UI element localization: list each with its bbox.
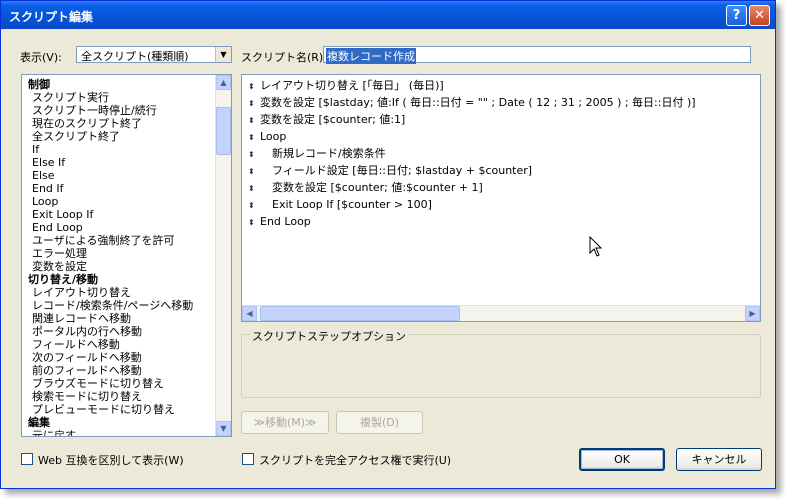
- step-list-item[interactable]: フィールドへ移動: [32, 338, 120, 351]
- script-step-row[interactable]: ⬍ 変数を設定 [$counter; 値:$counter + 1]: [248, 180, 483, 196]
- display-select[interactable]: 全スクリプト(種類順) ▼: [76, 46, 232, 63]
- move-button[interactable]: ≫移動(M)≫: [241, 411, 329, 434]
- step-list-item[interactable]: ブラウズモードに切り替え: [32, 377, 164, 390]
- drag-handle-icon[interactable]: ⬍: [248, 130, 260, 146]
- scroll-up-icon[interactable]: ▲: [216, 75, 231, 90]
- drag-handle-icon[interactable]: ⬍: [248, 164, 260, 180]
- step-list-item[interactable]: 現在のスクリプト終了: [32, 117, 142, 130]
- step-list-item[interactable]: Else: [32, 169, 55, 182]
- drag-handle-icon[interactable]: ⬍: [248, 181, 260, 197]
- script-horizontal-scrollbar[interactable]: ◀ ▶: [242, 305, 760, 321]
- step-list-item[interactable]: If: [32, 143, 39, 156]
- script-step-text: Exit Loop If [$counter > 100]: [272, 198, 432, 211]
- step-category[interactable]: 制御: [28, 78, 50, 91]
- step-list-item[interactable]: 変数を設定: [32, 260, 87, 273]
- step-list-item[interactable]: End If: [32, 182, 64, 195]
- script-step-row[interactable]: ⬍ 変数を設定 [$lastday; 値:If ( 毎日::日付 = "" ; D…: [248, 95, 696, 111]
- display-label: 表示(V):: [20, 51, 62, 64]
- web-compat-label: Web 互換を区別して表示(W): [38, 454, 184, 467]
- full-access-label: スクリプトを完全アクセス権で実行(U): [259, 454, 452, 467]
- display-selected-value: 全スクリプト(種類順): [81, 50, 189, 63]
- step-list-item[interactable]: スクリプト実行: [32, 91, 109, 104]
- window-title: スクリプト編集: [9, 10, 94, 24]
- scroll-left-icon[interactable]: ◀: [242, 306, 257, 321]
- close-icon[interactable]: ✕: [749, 5, 770, 26]
- horizontal-scroll-thumb[interactable]: [260, 306, 460, 321]
- scroll-right-icon[interactable]: ▶: [745, 306, 760, 321]
- web-compat-checkbox[interactable]: [21, 453, 33, 465]
- step-category[interactable]: 編集: [28, 416, 50, 429]
- step-list-item[interactable]: Else If: [32, 156, 65, 169]
- step-list-item[interactable]: 全スクリプト終了: [32, 130, 120, 143]
- script-step-text: 変数を設定 [$counter; 値:$counter + 1]: [272, 181, 483, 194]
- chevron-down-icon[interactable]: ▼: [215, 47, 231, 62]
- step-list-item[interactable]: スクリプト一時停止/続行: [32, 104, 157, 117]
- script-step-row[interactable]: ⬍ Loop: [248, 129, 286, 145]
- script-step-row[interactable]: ⬍ 変数を設定 [$counter; 値:1]: [248, 112, 405, 128]
- help-icon[interactable]: ?: [726, 5, 747, 26]
- drag-handle-icon[interactable]: ⬍: [248, 79, 260, 95]
- script-step-text: End Loop: [260, 215, 311, 228]
- step-list-item[interactable]: レコード/検索条件/ページへ移動: [32, 299, 193, 312]
- step-list-item[interactable]: End Loop: [32, 221, 83, 234]
- script-step-text: 変数を設定 [$counter; 値:1]: [260, 113, 406, 126]
- options-legend: スクリプトステップオプション: [250, 328, 408, 344]
- step-list-item[interactable]: 検索モードに切り替え: [32, 390, 142, 403]
- step-list-item[interactable]: 次のフィールドへ移動: [32, 351, 142, 364]
- drag-handle-icon[interactable]: ⬍: [248, 113, 260, 129]
- full-access-checkbox[interactable]: [242, 453, 254, 465]
- duplicate-button[interactable]: 複製(D): [336, 411, 423, 434]
- step-list-item[interactable]: Exit Loop If: [32, 208, 93, 221]
- drag-handle-icon[interactable]: ⬍: [248, 147, 260, 163]
- script-step-list[interactable]: 制御 スクリプト実行 スクリプト一時停止/続行 現在のスクリプト終了 全スクリプト終了 I…: [21, 74, 232, 437]
- scroll-down-icon[interactable]: ▼: [216, 421, 231, 436]
- step-category[interactable]: 切り替え/移動: [28, 273, 98, 286]
- script-edit-dialog: スクリプト編集 ? ✕ 表示(V): 全スクリプト(種類順) ▼ スクリプト名(…: [0, 0, 776, 489]
- step-list-item[interactable]: エラー処理: [32, 247, 87, 260]
- script-step-options-group: スクリプトステップオプション: [241, 328, 761, 398]
- drag-handle-icon[interactable]: ⬍: [248, 96, 260, 112]
- script-steps-editor[interactable]: ⬍ レイアウト切り替え [「毎日」 (毎日)] ⬍ 変数を設定 [$lastday; …: [241, 74, 761, 322]
- step-list-item[interactable]: ポータル内の行へ移動: [32, 325, 142, 338]
- script-name-input[interactable]: 複数レコード作成: [323, 46, 751, 64]
- mouse-cursor-icon: [589, 236, 603, 257]
- step-list-item[interactable]: Loop: [32, 195, 58, 208]
- script-name-label: スクリプト名(R):: [241, 51, 327, 64]
- script-step-text: 新規レコード/検索条件: [272, 147, 386, 160]
- script-step-text: Loop: [260, 130, 287, 143]
- script-step-text: フィールド設定 [毎日::日付; $lastday + $counter]: [272, 164, 533, 177]
- step-list-item[interactable]: ユーザによる強制終了を許可: [32, 234, 174, 247]
- step-list-item[interactable]: 前のフィールドへ移動: [32, 364, 142, 377]
- scroll-thumb[interactable]: [216, 107, 231, 155]
- script-step-row[interactable]: ⬍ レイアウト切り替え [「毎日」 (毎日)]: [248, 78, 444, 94]
- drag-handle-icon[interactable]: ⬍: [248, 215, 260, 231]
- step-list-item[interactable]: 関連レコードへ移動: [32, 312, 131, 325]
- script-step-row[interactable]: ⬍ フィールド設定 [毎日::日付; $lastday + $counter]: [248, 163, 532, 179]
- script-step-row[interactable]: ⬍ 新規レコード/検索条件: [248, 146, 386, 162]
- step-list-item[interactable]: レイアウト切り替え: [32, 286, 131, 299]
- drag-handle-icon[interactable]: ⬍: [248, 198, 260, 214]
- script-step-text: レイアウト切り替え [「毎日」 (毎日)]: [260, 79, 444, 92]
- script-step-row[interactable]: ⬍ Exit Loop If [$counter > 100]: [248, 197, 432, 213]
- title-bar[interactable]: スクリプト編集 ? ✕: [1, 1, 775, 29]
- script-step-text: 変数を設定 [$lastday; 値:If ( 毎日::日付 = "" ; Da…: [260, 96, 696, 109]
- script-name-value: 複数レコード作成: [326, 48, 416, 64]
- ok-button[interactable]: OK: [579, 448, 665, 471]
- step-list-scrollbar[interactable]: ▲ ▼: [215, 75, 231, 436]
- step-list-item[interactable]: プレビューモードに切り替え: [32, 403, 175, 416]
- cancel-button[interactable]: キャンセル: [676, 448, 762, 471]
- script-step-row[interactable]: ⬍ End Loop: [248, 214, 311, 230]
- step-list-item[interactable]: 元に戻す: [32, 429, 76, 436]
